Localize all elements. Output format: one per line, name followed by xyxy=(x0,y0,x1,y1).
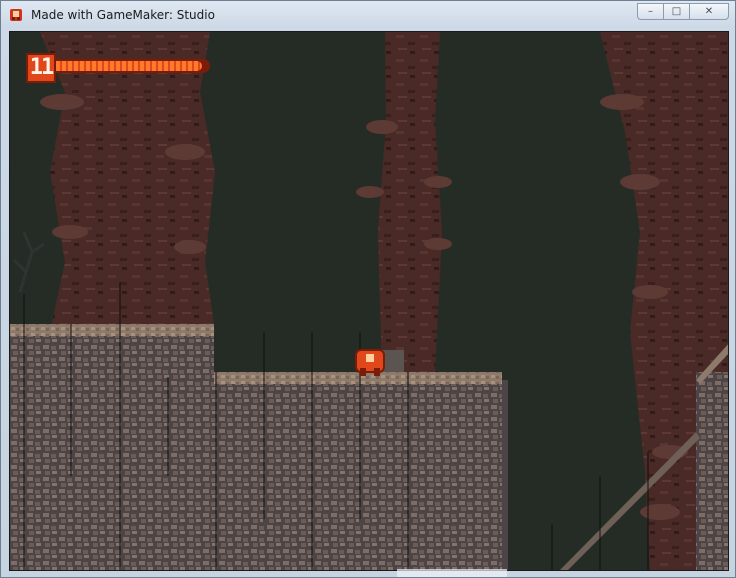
ground-platform-middle xyxy=(214,372,508,570)
health-bar-fill xyxy=(56,61,202,71)
app-window: Made with GameMaker: Studio – □ ✕ 11 xyxy=(0,0,736,578)
gamemaker-icon xyxy=(10,9,22,21)
player-character[interactable] xyxy=(355,349,385,376)
lives-counter: 11 xyxy=(26,53,56,83)
minimize-icon: – xyxy=(648,6,653,17)
tree-left xyxy=(40,32,215,332)
close-icon: ✕ xyxy=(704,6,714,17)
ground-platform-left xyxy=(10,324,214,570)
game-scene xyxy=(10,32,728,570)
health-bar xyxy=(54,59,210,73)
minimize-button[interactable]: – xyxy=(637,3,663,20)
game-viewport[interactable]: 11 xyxy=(9,31,729,571)
window-title: Made with GameMaker: Studio xyxy=(31,8,215,22)
close-button[interactable]: ✕ xyxy=(689,3,729,20)
maximize-button[interactable]: □ xyxy=(663,3,689,20)
window-controls: – □ ✕ xyxy=(637,3,729,21)
title-bar[interactable]: Made with GameMaker: Studio – □ ✕ xyxy=(1,1,735,29)
ground-platform-right xyxy=(696,344,728,570)
maximize-icon: □ xyxy=(671,6,682,17)
taskbar-ghost xyxy=(397,569,507,577)
